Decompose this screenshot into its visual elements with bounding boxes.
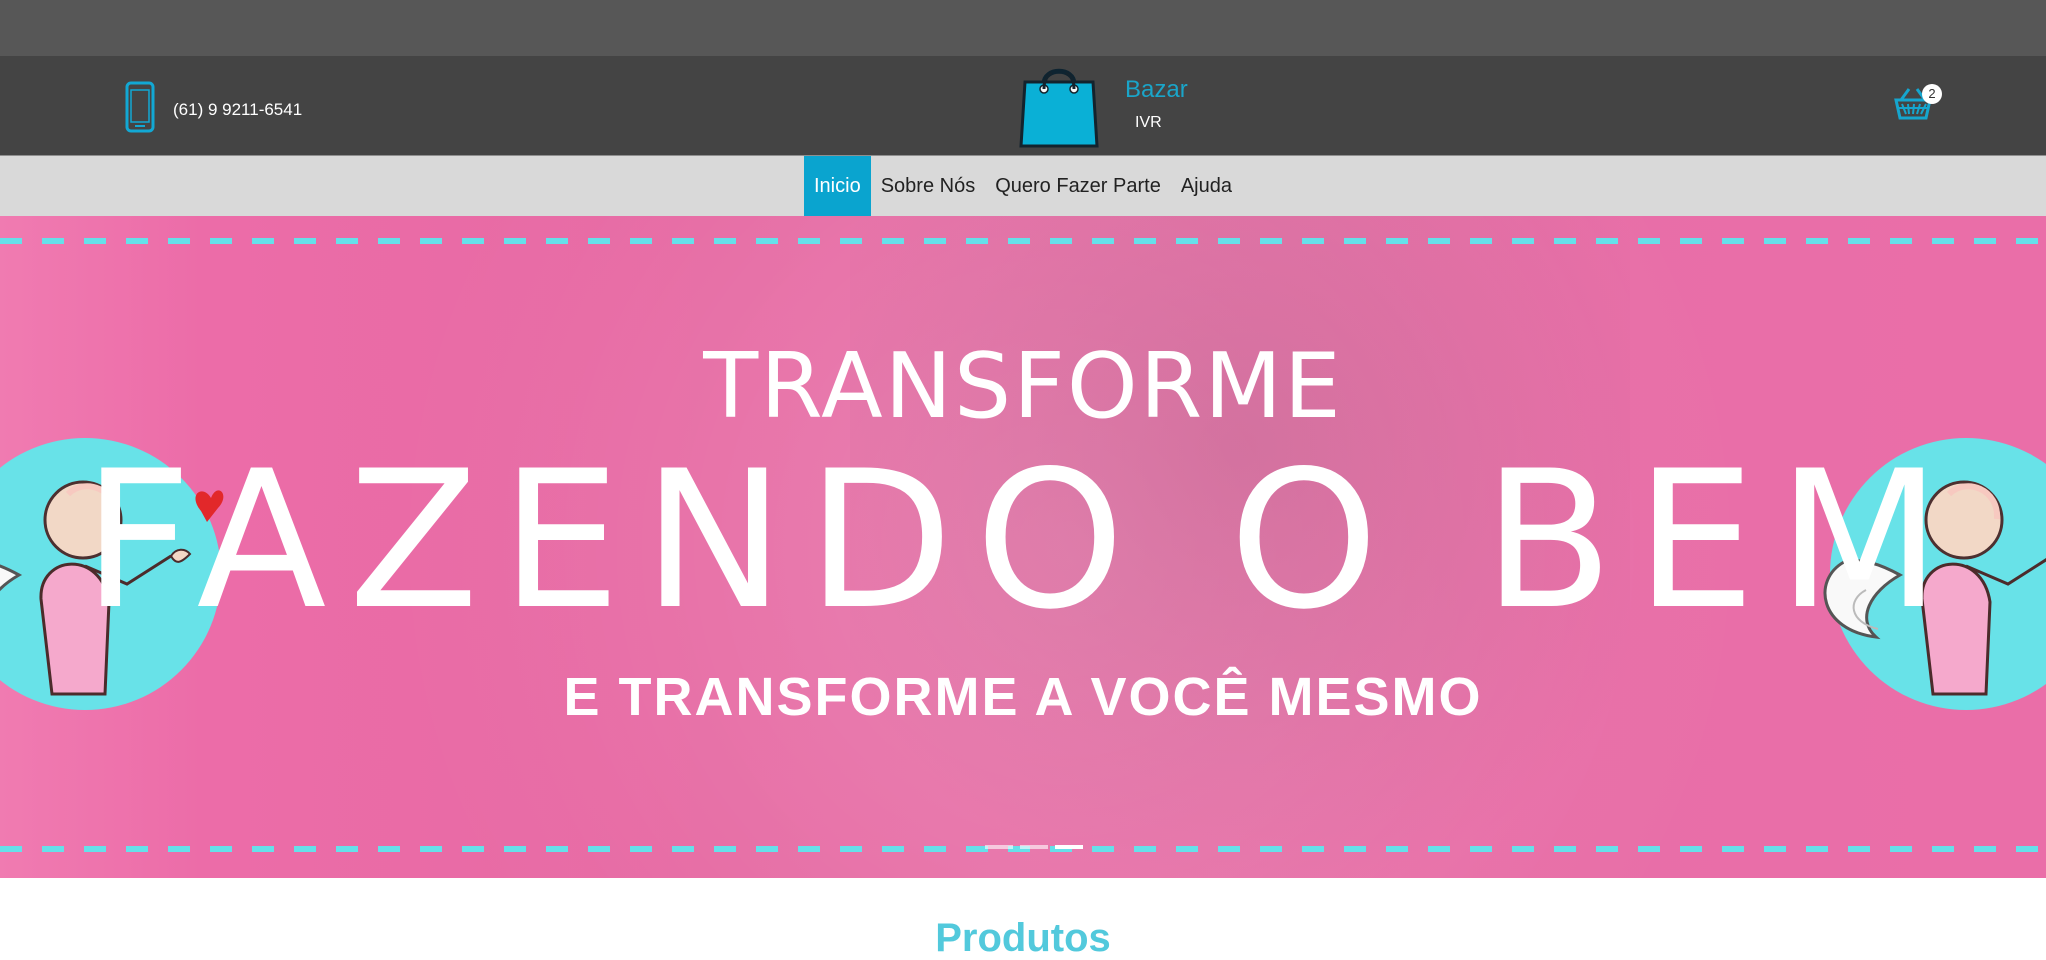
phone-number[interactable]: (61) 9 9211-6541 (173, 100, 302, 120)
products-section-title: Produtos (935, 916, 1111, 960)
nav-item-ajuda[interactable]: Ajuda (1171, 156, 1242, 216)
top-dashed-border (0, 238, 2046, 244)
hero-banner[interactable]: TRANSFORME FAZENDO O BEM E TRANSFORME A … (0, 216, 2046, 878)
site-header: (61) 9 9211-6541 Bazar IVR 2 (0, 56, 2046, 155)
hero-main-heading: FAZENDO O BEM (82, 430, 1964, 651)
main-nav: Inicio Sobre Nós Quero Fazer Parte Ajuda (0, 155, 2046, 216)
hero-subtitle: E TRANSFORME A VOCÊ MESMO (563, 667, 1483, 727)
cart-count-badge: 2 (1922, 84, 1942, 104)
phone-icon (125, 81, 155, 138)
nav-item-inicio[interactable]: Inicio (804, 156, 871, 216)
nav-item-sobre-nos[interactable]: Sobre Nós (871, 156, 986, 216)
slider-dot-1[interactable] (985, 845, 1013, 849)
slider-dot-3[interactable] (1055, 845, 1083, 849)
site-logo[interactable]: Bazar IVR (1017, 60, 1217, 150)
top-strip (0, 0, 2046, 56)
logo-name[interactable]: Bazar (1125, 76, 1188, 104)
nav-item-quero-fazer-parte[interactable]: Quero Fazer Parte (985, 156, 1171, 216)
phone-contact[interactable]: (61) 9 9211-6541 (125, 81, 302, 138)
basket-icon (1892, 88, 1934, 126)
slider-indicators (985, 845, 1083, 849)
logo-subtitle[interactable]: IVR (1135, 114, 1162, 132)
cart-button[interactable]: 2 (1892, 84, 1942, 128)
slider-dot-2[interactable] (1020, 845, 1048, 849)
shopping-bag-icon (1017, 60, 1101, 155)
hero-title: TRANSFORME (703, 334, 1343, 439)
